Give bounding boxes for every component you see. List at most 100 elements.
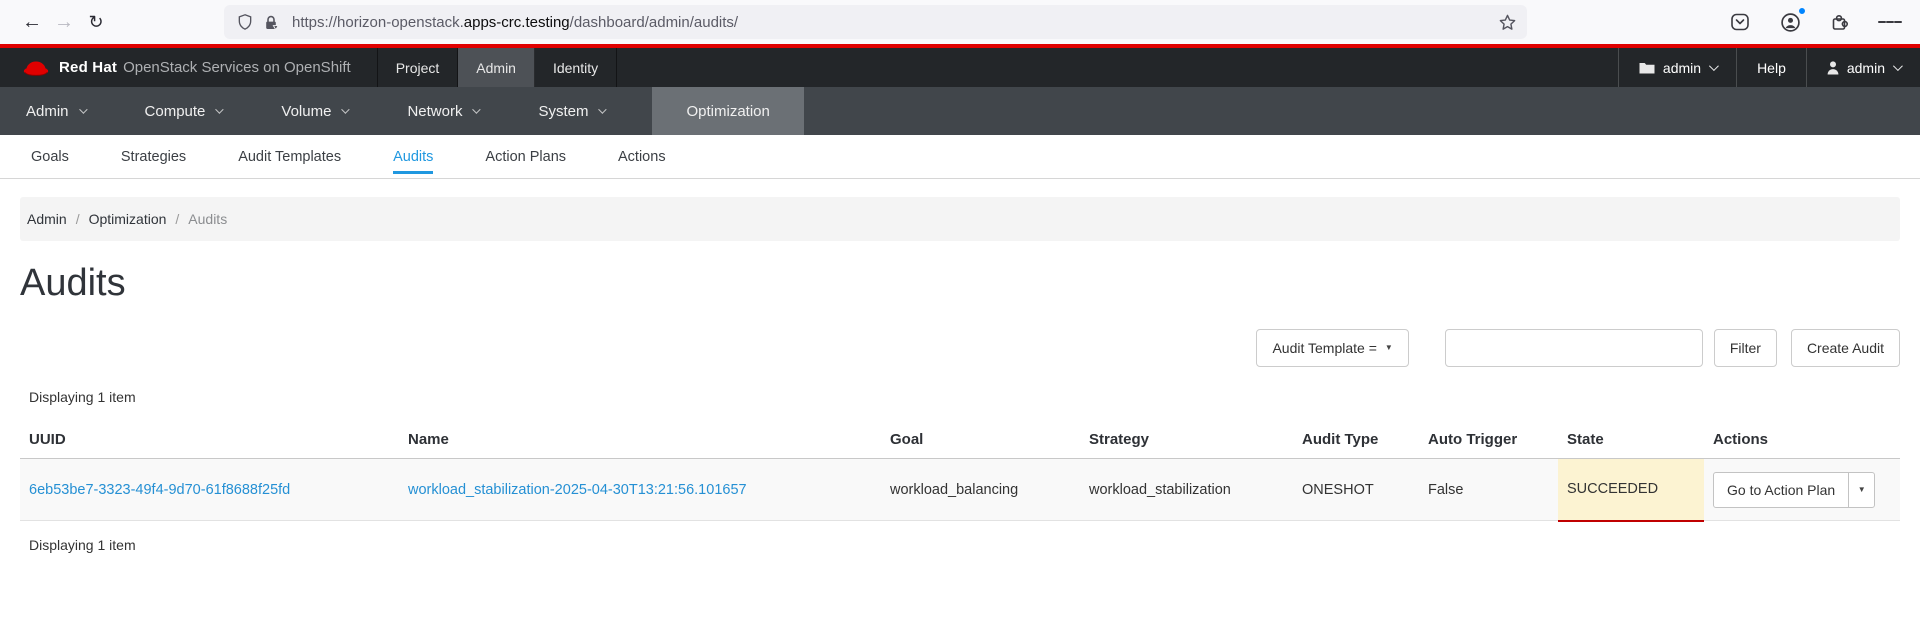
user-label: admin (1847, 60, 1885, 76)
subnav-audits[interactable]: Audits (393, 135, 433, 178)
domain-label: admin (1663, 60, 1701, 76)
breadcrumb-audits: Audits (188, 211, 227, 227)
col-header-audit-type: Audit Type (1293, 421, 1419, 459)
audit-auto-trigger: False (1419, 459, 1558, 521)
bookmark-star-icon[interactable] (1498, 13, 1517, 32)
subnav-actions[interactable]: Actions (618, 135, 666, 178)
audit-name-link[interactable]: workload_stabilization-2025-04-30T13:21:… (408, 482, 747, 498)
create-audit-button[interactable]: Create Audit (1791, 329, 1900, 367)
browser-action-icons (1728, 10, 1906, 34)
url-prefix: https://horizon-openstack. (292, 14, 464, 31)
url-path: /dashboard/admin/audits/ (570, 14, 738, 31)
domain-selector[interactable]: admin (1618, 48, 1736, 87)
chevron-down-icon (599, 105, 607, 113)
lock-icon[interactable] (263, 14, 279, 31)
filter-button[interactable]: Filter (1714, 329, 1777, 367)
menu-hamburger-icon[interactable] (1878, 10, 1902, 34)
table-row: 6eb53be7-3323-49f4-9d70-61f8688f25fd wor… (20, 459, 1900, 521)
help-link[interactable]: Help (1736, 48, 1806, 87)
audit-strategy: workload_stabilization (1080, 459, 1293, 521)
back-icon[interactable]: ← (16, 6, 48, 38)
nav-label: System (538, 103, 588, 120)
user-icon (1827, 61, 1839, 75)
caret-down-icon: ▼ (1858, 486, 1866, 494)
item-count-top: Displaying 1 item (29, 389, 1900, 405)
folder-icon (1639, 62, 1655, 74)
sub-nav: Goals Strategies Audit Templates Audits … (0, 135, 1920, 179)
breadcrumb-optimization[interactable]: Optimization (89, 211, 167, 227)
nav-label: Optimization (686, 103, 769, 120)
col-header-uuid: UUID (20, 421, 399, 459)
nav-label: Volume (281, 103, 331, 120)
audits-table: UUID Name Goal Strategy Audit Type Auto … (20, 421, 1900, 522)
subnav-strategies[interactable]: Strategies (121, 135, 186, 178)
col-header-actions: Actions (1704, 421, 1900, 459)
filter-toolbar: Audit Template = ▼ Filter Create Audit (20, 329, 1900, 367)
nav-label: Network (407, 103, 462, 120)
main-nav: Admin Compute Volume Network System Opti… (0, 87, 1920, 135)
brand-name: Red Hat (59, 59, 117, 76)
subnav-audit-templates[interactable]: Audit Templates (238, 135, 341, 178)
browser-toolbar: ← → ↻ https://horizon-openstack.apps-crc… (0, 0, 1920, 44)
nav-network[interactable]: Network (377, 87, 508, 135)
url-domain: apps-crc.testing (464, 14, 570, 31)
extensions-puzzle-icon[interactable] (1828, 10, 1852, 34)
breadcrumb-separator: / (175, 211, 179, 227)
subnav-action-plans[interactable]: Action Plans (485, 135, 566, 178)
reload-icon[interactable]: ↻ (80, 6, 112, 38)
masthead: Red Hat OpenStack Services on OpenShift … (0, 44, 1920, 87)
chevron-down-icon (79, 105, 87, 113)
masthead-tabs: Project Admin Identity (377, 48, 617, 87)
tab-project[interactable]: Project (378, 48, 459, 87)
page-content: Admin / Optimization / Audits Audits Aud… (0, 197, 1920, 553)
col-header-auto-trigger: Auto Trigger (1419, 421, 1558, 459)
nav-admin[interactable]: Admin (0, 87, 115, 135)
account-icon[interactable] (1778, 10, 1802, 34)
filter-input[interactable] (1445, 329, 1703, 367)
col-header-name: Name (399, 421, 881, 459)
tab-admin[interactable]: Admin (458, 48, 535, 87)
pocket-icon[interactable] (1728, 10, 1752, 34)
tab-identity[interactable]: Identity (535, 48, 617, 87)
url-text: https://horizon-openstack.apps-crc.testi… (292, 14, 1498, 31)
forward-icon[interactable]: → (48, 6, 80, 38)
brand-subtitle: OpenStack Services on OpenShift (123, 59, 351, 76)
nav-compute[interactable]: Compute (115, 87, 252, 135)
shield-icon[interactable] (236, 13, 254, 31)
nav-label: Compute (145, 103, 206, 120)
state-badge: SUCCEEDED (1558, 459, 1704, 521)
nav-optimization[interactable]: Optimization (652, 87, 803, 135)
table-header-row: UUID Name Goal Strategy Audit Type Auto … (20, 421, 1900, 459)
row-action-caret[interactable]: ▼ (1848, 473, 1874, 507)
item-count-bottom: Displaying 1 item (29, 537, 1900, 553)
notification-dot (1798, 7, 1806, 15)
filter-field-label: Audit Template = (1272, 340, 1376, 356)
chevron-down-icon (216, 105, 224, 113)
go-to-action-plan-button[interactable]: Go to Action Plan (1714, 473, 1848, 507)
filter-field-dropdown[interactable]: Audit Template = ▼ (1256, 329, 1408, 367)
col-header-strategy: Strategy (1080, 421, 1293, 459)
chevron-down-icon (1893, 61, 1903, 71)
chevron-down-icon (1709, 61, 1719, 71)
url-bar[interactable]: https://horizon-openstack.apps-crc.testi… (224, 5, 1527, 39)
redhat-logo-icon (22, 58, 50, 78)
chevron-down-icon (342, 105, 350, 113)
caret-down-icon: ▼ (1385, 344, 1393, 352)
nav-system[interactable]: System (508, 87, 634, 135)
col-header-goal: Goal (881, 421, 1080, 459)
audit-goal: workload_balancing (881, 459, 1080, 521)
nav-volume[interactable]: Volume (251, 87, 377, 135)
subnav-goals[interactable]: Goals (31, 135, 69, 178)
brand: Red Hat OpenStack Services on OpenShift (0, 48, 377, 87)
page-title: Audits (20, 261, 1900, 305)
audit-type: ONESHOT (1293, 459, 1419, 521)
row-action-split-button: Go to Action Plan ▼ (1713, 472, 1875, 508)
chevron-down-icon (473, 105, 481, 113)
breadcrumb-admin[interactable]: Admin (27, 211, 67, 227)
user-menu[interactable]: admin (1806, 48, 1920, 87)
breadcrumb: Admin / Optimization / Audits (20, 197, 1900, 241)
audit-uuid-link[interactable]: 6eb53be7-3323-49f4-9d70-61f8688f25fd (29, 482, 290, 498)
col-header-state: State (1558, 421, 1704, 459)
breadcrumb-separator: / (76, 211, 80, 227)
nav-label: Admin (26, 103, 69, 120)
